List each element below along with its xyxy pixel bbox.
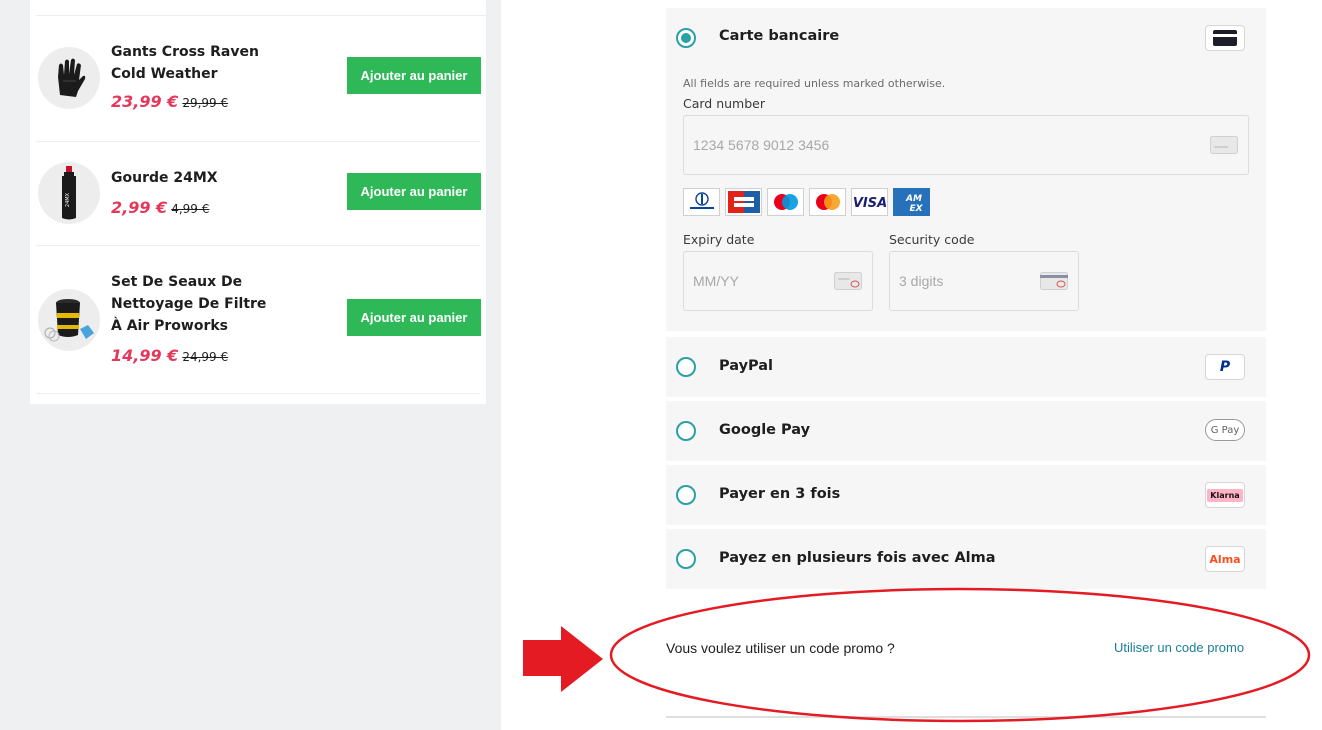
mastercard-icon [809, 188, 846, 216]
visa-icon: VISA [851, 188, 888, 216]
svg-text:24MX: 24MX [65, 192, 71, 207]
radio-klarna[interactable] [676, 485, 696, 505]
radio-alma[interactable] [676, 549, 696, 569]
amex-icon: AM EX [893, 188, 930, 216]
annotation-arrow-icon [523, 626, 603, 692]
expiry-field[interactable] [683, 251, 873, 311]
product-name[interactable]: Gourde 24MX [111, 167, 281, 189]
card-number-field[interactable] [683, 115, 1249, 175]
add-to-cart-button[interactable]: Ajouter au panier [347, 173, 481, 210]
google-pay-icon: G Pay [1205, 419, 1245, 441]
product-price: 14,99 €24,99 € [111, 346, 228, 365]
svg-text:EX: EX [909, 204, 923, 214]
payment-option-alma[interactable]: Payez en plusieurs fois avec Alma Alma [666, 529, 1266, 589]
radio-card[interactable] [676, 28, 696, 48]
expiry-label: Expiry date [683, 232, 755, 247]
security-code-field[interactable] [889, 251, 1079, 311]
alma-icon: Alma [1205, 546, 1245, 572]
payment-label-alma[interactable]: Payez en plusieurs fois avec Alma [719, 550, 996, 566]
bottle-icon[interactable]: 24MX [38, 162, 100, 224]
payment-option-paypal[interactable]: PayPal P [666, 337, 1266, 397]
payment-label-paypal[interactable]: PayPal [719, 358, 773, 374]
paypal-icon: P [1205, 354, 1245, 380]
card-number-label: Card number [683, 96, 766, 111]
product-price: 23,99 €29,99 € [111, 92, 228, 111]
cb-icon [725, 188, 762, 216]
product-name[interactable]: Set De Seaux De Nettoyage De Filtre À Ai… [111, 271, 281, 337]
glove-icon[interactable] [38, 47, 100, 109]
radio-paypal[interactable] [676, 357, 696, 377]
product-price: 2,99 €4,99 € [111, 198, 209, 217]
maestro-icon [767, 188, 804, 216]
old-price: 4,99 € [171, 202, 210, 216]
payment-label-klarna[interactable]: Payer en 3 fois [719, 486, 840, 502]
bucket-icon[interactable] [38, 289, 100, 351]
paypal-logo-text: P [1219, 359, 1231, 375]
radio-google-pay[interactable] [676, 421, 696, 441]
security-code-label: Security code [889, 232, 975, 247]
card-number-input[interactable] [684, 116, 1248, 174]
list-item: 24MX Gourde 24MX 2,99 €4,99 € Ajouter au… [36, 142, 481, 246]
card-expiry-icon [834, 272, 862, 290]
current-price: 23,99 € [111, 92, 179, 111]
recommended-products-panel: Gants Cross Raven Cold Weather 23,99 €29… [30, 0, 486, 404]
payment-option-klarna[interactable]: Payer en 3 fois Klarna [666, 465, 1266, 525]
credit-card-icon [1205, 25, 1245, 51]
annotation-ellipse [609, 587, 1311, 723]
payment-label-google-pay[interactable]: Google Pay [719, 422, 810, 438]
current-price: 2,99 € [111, 198, 168, 217]
current-price: 14,99 € [111, 346, 179, 365]
svg-text:VISA: VISA [853, 196, 887, 209]
svg-text:AM: AM [905, 194, 922, 204]
add-to-cart-button[interactable]: Ajouter au panier [347, 299, 481, 336]
list-item: Set De Seaux De Nettoyage De Filtre À Ai… [36, 246, 481, 394]
list-item: Gants Cross Raven Cold Weather 23,99 €29… [36, 16, 481, 142]
old-price: 29,99 € [182, 96, 229, 110]
diners-club-icon [683, 188, 720, 216]
payment-label-card[interactable]: Carte bancaire [719, 28, 839, 44]
alma-logo-text: Alma [1209, 552, 1241, 566]
card-placeholder-icon [1210, 136, 1238, 154]
payment-option-google-pay[interactable]: Google Pay G Pay [666, 401, 1266, 461]
card-cvc-icon [1040, 272, 1068, 290]
google-pay-logo-text: G Pay [1210, 424, 1240, 436]
klarna-logo-text: Klarna [1207, 488, 1243, 502]
klarna-icon: Klarna [1205, 482, 1245, 508]
payment-option-card[interactable]: Carte bancaire All fields are required u… [666, 8, 1266, 331]
required-fields-note: All fields are required unless marked ot… [683, 77, 946, 90]
product-name[interactable]: Gants Cross Raven Cold Weather [111, 41, 281, 85]
add-to-cart-button[interactable]: Ajouter au panier [347, 57, 481, 94]
old-price: 24,99 € [182, 350, 229, 364]
